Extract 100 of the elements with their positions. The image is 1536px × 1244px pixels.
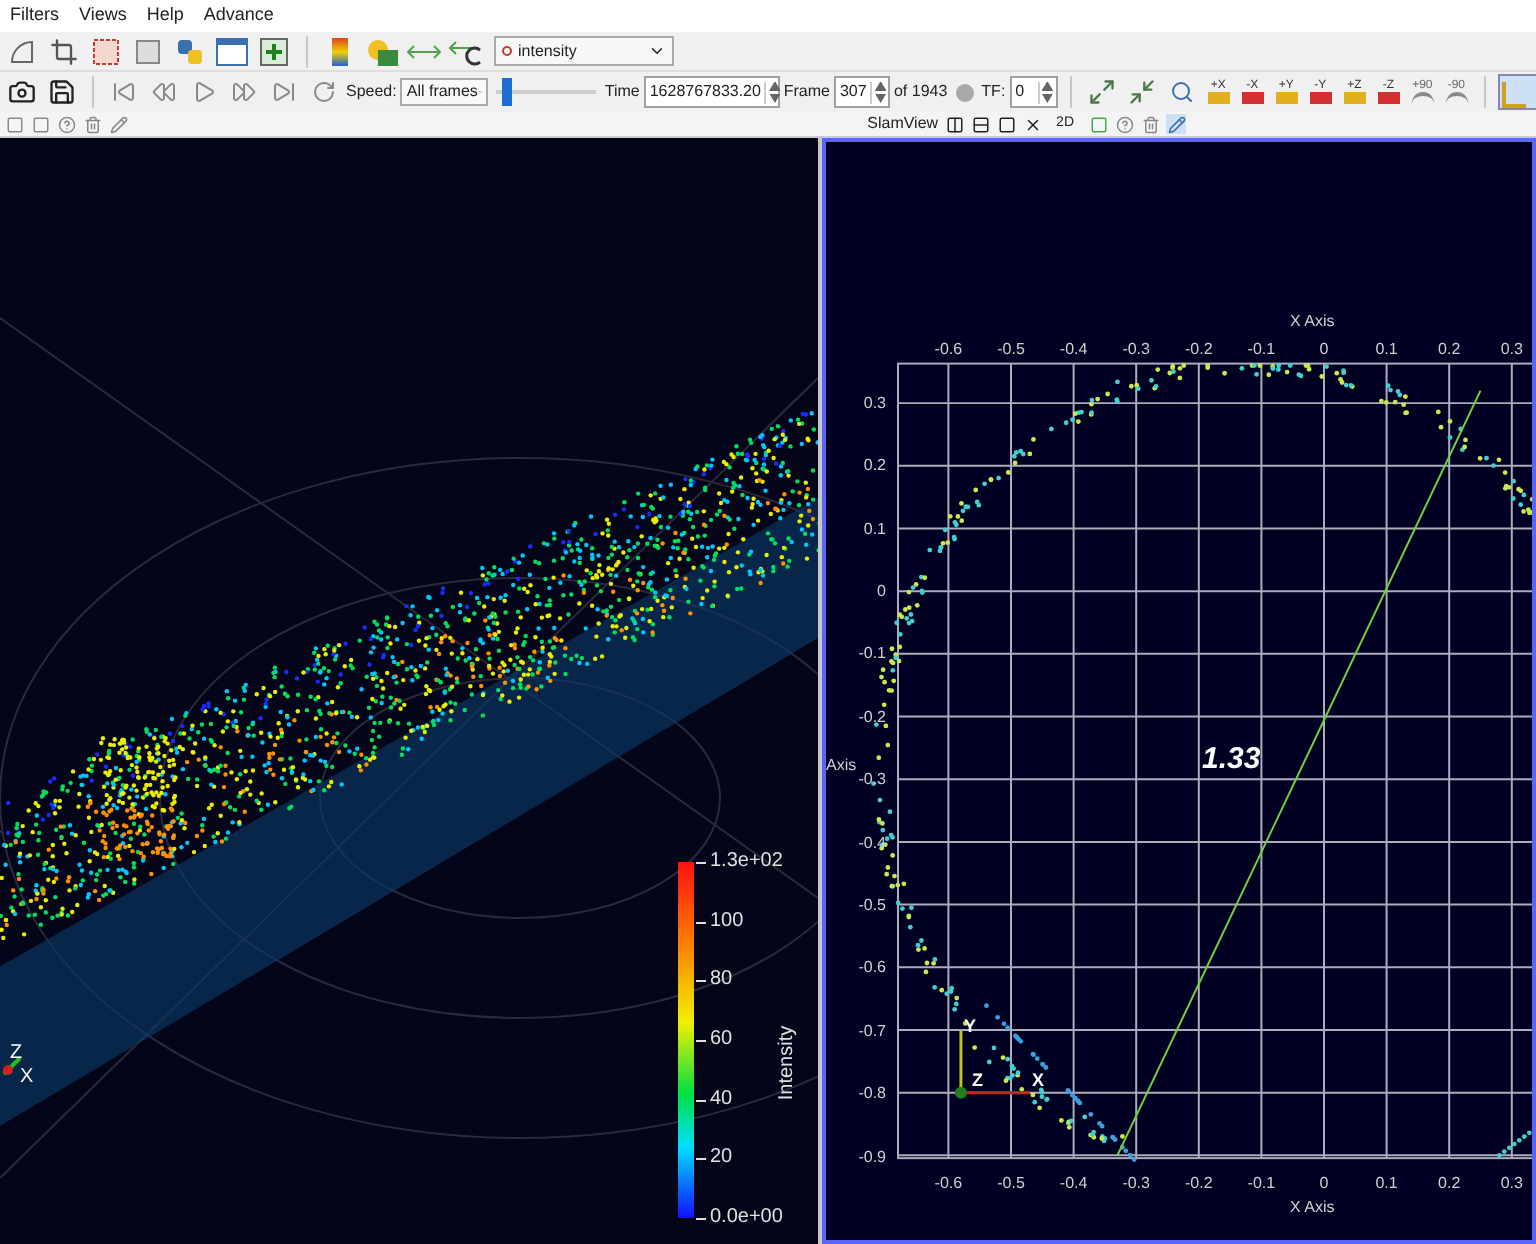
menu-item[interactable]: Views (79, 2, 127, 30)
colorbar-tick-label: 80 (710, 968, 733, 993)
x-tick-label: -0.2 (1185, 1172, 1213, 1196)
color-by-dropdown[interactable]: intensity (494, 36, 674, 66)
tick-mark (696, 980, 706, 983)
save-icon[interactable] (44, 74, 80, 110)
x-tick-label: 0 (1319, 1172, 1329, 1196)
y-axis-title: Axis (826, 754, 857, 778)
tick-mark (696, 1099, 706, 1102)
x-tick-label: -0.4 (1059, 1172, 1088, 1196)
spin-up-icon[interactable] (874, 81, 887, 91)
spin-up-icon[interactable] (768, 81, 781, 91)
x-tick-label: -0.3 (1122, 1172, 1150, 1196)
x-tick-label: -0.5 (997, 1172, 1025, 1196)
help-icon[interactable] (56, 114, 76, 134)
tick-mark (696, 1218, 706, 1220)
window-icon[interactable] (214, 33, 250, 69)
measurement-label: 1.33 (1202, 740, 1261, 780)
add-icon[interactable] (256, 33, 292, 69)
trash-icon[interactable] (1140, 114, 1160, 134)
y-tick-label: 0.2 (861, 456, 886, 477)
speed-dropdown[interactable]: All frames (400, 78, 489, 106)
x-tick-label: -0.2 (1185, 338, 1213, 362)
x-tick-label: 0.1 (1375, 1172, 1398, 1196)
rotate-icon (1411, 92, 1434, 104)
point-data-icon (502, 46, 512, 56)
y-tick-label: -0.1 (856, 644, 886, 665)
y-tick-label: -0.8 (856, 1084, 886, 1105)
maximize-icon[interactable] (996, 114, 1017, 134)
spin-down-icon[interactable] (1041, 93, 1054, 103)
spin-down-icon[interactable] (874, 93, 887, 103)
axis-label: Z (10, 1040, 23, 1068)
axis-label: Z (972, 1068, 983, 1094)
caret-icon (648, 42, 666, 60)
x-tick-label: -0.6 (934, 338, 963, 362)
spin-up-icon[interactable] (1041, 81, 1054, 91)
split-vertical-icon[interactable] (970, 114, 991, 134)
tick-mark (696, 921, 706, 924)
close-icon[interactable] (1022, 114, 1043, 134)
tick-mark (696, 1040, 706, 1042)
tick-mark (696, 862, 706, 864)
y-tick-label: -0.6 (856, 958, 886, 979)
x-tick-label: -0.5 (997, 338, 1025, 362)
speed-label: Speed: (346, 80, 397, 104)
y-tick-label: -0.4 (856, 833, 886, 854)
x-tick-label: -0.3 (1122, 338, 1150, 362)
colorbar-tick-label: 100 (710, 909, 744, 934)
x-tick-label: 0.2 (1438, 1172, 1461, 1196)
colorbar-tick-label: 60 (710, 1028, 733, 1052)
trash-icon[interactable] (82, 114, 102, 134)
selection-icon[interactable] (88, 33, 124, 69)
crop-icon[interactable] (46, 33, 82, 69)
y-tick-label: 0.1 (861, 519, 886, 540)
frame-total: of 1943 (893, 80, 948, 104)
frame-field[interactable]: 307 (833, 76, 890, 108)
tf-field[interactable]: 0 (1009, 76, 1058, 108)
y-tick-label: 0 (875, 582, 886, 602)
split-horizontal-icon[interactable] (944, 114, 965, 134)
x-tick-label: -0.1 (1247, 338, 1276, 362)
x-tick-label: 0.3 (1500, 1172, 1523, 1196)
axis-label: X (1032, 1068, 1045, 1094)
colorbar-tick-label: 20 (710, 1146, 733, 1171)
colorbar-tick-label: 1.3e+02 (710, 850, 783, 874)
selection-icon[interactable] (1088, 114, 1108, 134)
time-slider[interactable] (496, 78, 597, 106)
tick-mark (696, 1158, 706, 1161)
pencil-icon[interactable] (108, 114, 128, 134)
axis-label: X (20, 1064, 34, 1092)
frame-label: Frame (783, 80, 830, 104)
x-tick-label: 0 (1319, 338, 1329, 362)
ruler-icon[interactable] (1166, 114, 1186, 134)
x-tick-label: -0.1 (1247, 1172, 1276, 1196)
rotate-icon (1445, 92, 1468, 104)
time-label: Time (604, 80, 640, 104)
colorbar-tick-label: 0.0e+00 (710, 1206, 783, 1230)
colorbar-tick-label: 40 (710, 1087, 733, 1112)
x-tick-label: 0.1 (1375, 338, 1398, 362)
x-axis-title: X Axis (1290, 310, 1335, 334)
y-tick-label: -0.7 (856, 1021, 886, 1042)
menu-item[interactable]: Help (146, 2, 184, 30)
spin-down-icon[interactable] (768, 93, 781, 103)
help-icon[interactable] (1114, 114, 1134, 134)
axes-toggle-icon[interactable] (1497, 74, 1536, 110)
x-tick-label: -0.4 (1059, 338, 1088, 362)
menu-item[interactable]: Filters (10, 2, 59, 30)
y-tick-label: -0.9 (856, 1147, 886, 1168)
slider-thumb[interactable] (502, 78, 513, 106)
x-tick-label: -0.6 (934, 1172, 963, 1196)
menu-item[interactable]: Advance (203, 2, 274, 30)
y-tick-label: -0.5 (856, 896, 886, 916)
tf-label: TF: (981, 80, 1006, 104)
view-title: SlamView (867, 112, 939, 136)
y-tick-label: 0.3 (861, 393, 886, 414)
x-tick-label: 0.3 (1500, 338, 1523, 362)
y-tick-label: -0.3 (856, 770, 886, 791)
x-tick-label: 0.2 (1438, 338, 1461, 362)
x-axis-title: X Axis (1290, 1196, 1335, 1220)
y-tick-label: -0.2 (856, 707, 886, 728)
colorbar-title: Intensity (774, 1025, 801, 1101)
time-field[interactable]: 1628767833.20 (643, 76, 780, 108)
